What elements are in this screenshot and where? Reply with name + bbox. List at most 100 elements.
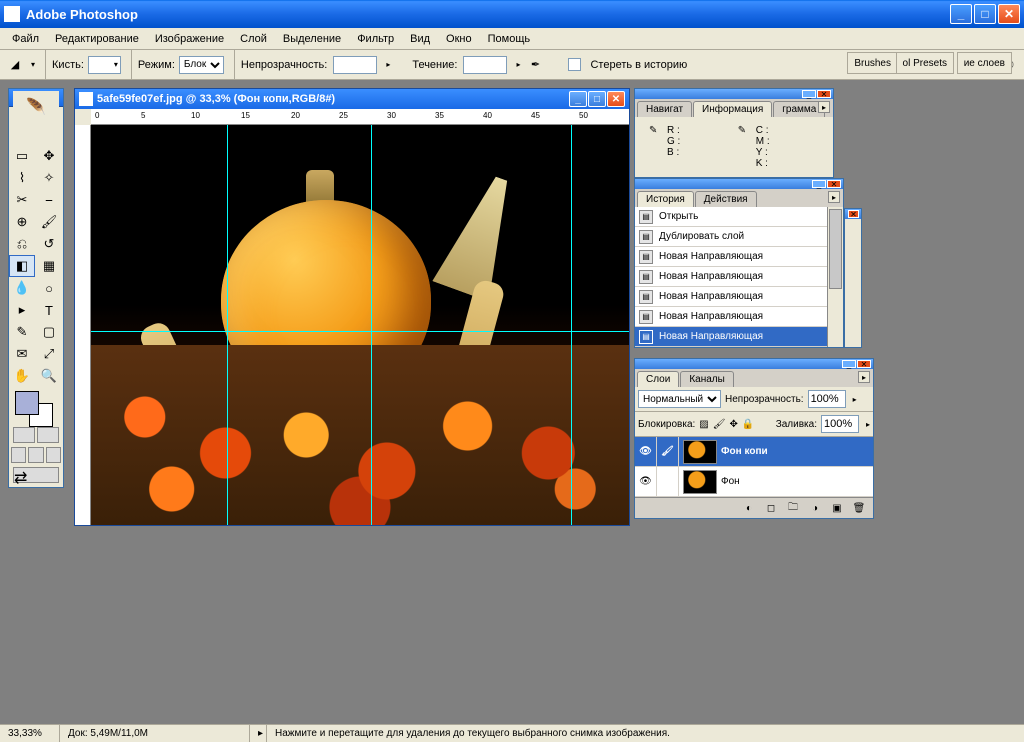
layer-row[interactable]: 👁🖌 Фон копи [635, 437, 873, 467]
eraser-tool[interactable]: ◧ [9, 255, 35, 277]
layer-thumbnail[interactable] [683, 440, 717, 464]
clone-stamp-tool[interactable]: ⎌ [9, 233, 35, 255]
opacity-flyout[interactable]: ▸ [383, 60, 390, 69]
tab-info[interactable]: Информация [693, 101, 772, 117]
layer-link-icon[interactable]: 🖌 [657, 437, 679, 466]
lock-all-icon[interactable]: 🔒 [742, 419, 754, 430]
menu-view[interactable]: Вид [402, 31, 438, 47]
blur-tool[interactable]: 💧 [9, 277, 35, 299]
panel-close-icon[interactable]: ✕ [827, 180, 841, 188]
layer-name[interactable]: Фон копи [721, 446, 768, 457]
history-item[interactable]: ▤Дублировать слой [635, 227, 827, 247]
panel-close-icon[interactable]: ✕ [857, 360, 871, 368]
minimize-button[interactable]: _ [950, 4, 972, 24]
healing-brush-tool[interactable]: ⊕ [9, 211, 35, 233]
layers-panel-header[interactable]: _ ✕ [635, 359, 873, 369]
panel-minimize-icon[interactable]: _ [812, 180, 826, 188]
history-item[interactable]: ▤Новая Направляющая [635, 307, 827, 327]
eraser-tool-preset-icon[interactable]: ◢ [6, 56, 24, 74]
standard-mode-button[interactable] [13, 427, 35, 443]
layer-row[interactable]: 👁Фон [635, 467, 873, 497]
history-item[interactable]: ▤Новая Направляющая [635, 247, 827, 267]
slice-tool[interactable]: ⎯ [36, 189, 62, 211]
menu-window[interactable]: Окно [438, 31, 480, 47]
color-swatches[interactable] [9, 387, 63, 427]
path-select-tool[interactable]: ▸ [9, 299, 35, 321]
move-tool[interactable]: ✥ [36, 145, 62, 167]
ruler-vertical[interactable] [75, 125, 91, 525]
history-panel-header[interactable]: _ ✕ [635, 179, 843, 189]
crop-tool[interactable]: ✂ [9, 189, 35, 211]
menu-layer[interactable]: Слой [232, 31, 275, 47]
palette-well-brushes[interactable]: Brushes [847, 52, 898, 74]
layer-opacity-input[interactable] [808, 390, 846, 408]
menu-file[interactable]: Файл [4, 31, 47, 47]
status-zoom[interactable]: 33,33% [0, 725, 60, 742]
info-panel-header[interactable]: _ ✕ [635, 89, 833, 99]
close-button[interactable]: ✕ [998, 4, 1020, 24]
palette-well-presets[interactable]: ol Presets [896, 52, 954, 74]
blend-mode-select[interactable]: Нормальный [638, 390, 721, 408]
canvas[interactable] [91, 125, 629, 525]
delete-layer-button[interactable]: 🗑 [851, 501, 867, 515]
panel-menu-button[interactable]: ▸ [818, 101, 830, 113]
layer-visibility-icon[interactable]: 👁 [635, 437, 657, 466]
doc-minimize-button[interactable]: _ [569, 91, 587, 107]
menu-image[interactable]: Изображение [147, 31, 232, 47]
lock-pixels-icon[interactable]: 🖌 [713, 419, 726, 430]
screen-mode-1[interactable] [11, 447, 26, 463]
opacity-input[interactable] [333, 56, 377, 74]
tab-channels[interactable]: Каналы [680, 371, 734, 387]
menu-edit[interactable]: Редактирование [47, 31, 147, 47]
zoom-tool[interactable]: 🔍 [36, 365, 62, 387]
layer-set-button[interactable]: 🗀 [785, 501, 801, 515]
gradient-tool[interactable]: ▦ [36, 255, 62, 277]
history-scrollbar[interactable] [827, 207, 843, 347]
menu-help[interactable]: Помощь [480, 31, 539, 47]
brush-picker[interactable]: ▾ [88, 56, 121, 74]
lock-transparent-icon[interactable]: ▨ [699, 419, 708, 430]
hand-tool[interactable]: ✋ [9, 365, 35, 387]
layer-name[interactable]: Фон [721, 476, 740, 487]
notes-tool[interactable]: ✉ [9, 343, 35, 365]
eyedropper-tool[interactable]: ⤢ [36, 343, 62, 365]
collapsed-panel[interactable]: ✕ [844, 208, 862, 348]
history-item[interactable]: ▤Новая Направляющая [635, 287, 827, 307]
panel-close-icon[interactable]: ✕ [817, 90, 831, 98]
lasso-tool[interactable]: ⌇ [9, 167, 35, 189]
guide-horizontal[interactable] [91, 331, 629, 332]
pen-tool[interactable]: ✎ [9, 321, 35, 343]
doc-close-button[interactable]: ✕ [607, 91, 625, 107]
document-titlebar[interactable]: 5afe59fe07ef.jpg @ 33,3% (Фон копи,RGB/8… [75, 89, 629, 109]
marquee-tool[interactable]: ▭ [9, 145, 35, 167]
new-layer-button[interactable]: ▣ [829, 501, 845, 515]
maximize-button[interactable]: □ [974, 4, 996, 24]
tab-actions[interactable]: Действия [695, 191, 757, 207]
quickmask-mode-button[interactable] [37, 427, 59, 443]
brush-tool[interactable]: 🖌 [36, 211, 62, 233]
panel-close-icon[interactable]: ✕ [848, 210, 859, 218]
opacity-slider-flyout[interactable]: ▸ [850, 395, 857, 404]
flow-input[interactable] [463, 56, 507, 74]
menu-filter[interactable]: Фильтр [349, 31, 402, 47]
erase-history-checkbox[interactable] [568, 58, 581, 71]
layer-style-button[interactable]: ◐ [741, 501, 757, 515]
history-brush-tool[interactable]: ↺ [36, 233, 62, 255]
shape-tool[interactable]: ▢ [36, 321, 62, 343]
tab-navigator[interactable]: Навигат [637, 101, 692, 117]
status-doc-size[interactable]: Док: 5,49М/11,0М [60, 725, 250, 742]
panel-menu-button[interactable]: ▸ [828, 191, 840, 203]
mode-select[interactable]: Блок [179, 56, 224, 74]
screen-mode-2[interactable] [28, 447, 43, 463]
airbrush-icon[interactable]: ✒ [526, 56, 544, 74]
dodge-tool[interactable]: ○ [36, 277, 62, 299]
ruler-horizontal[interactable]: 0 5 10 15 20 25 30 35 40 45 50 [91, 109, 629, 125]
history-item[interactable]: ▤Открыть [635, 207, 827, 227]
doc-maximize-button[interactable]: □ [588, 91, 606, 107]
history-item[interactable]: ▤Новая Направляющая [635, 267, 827, 287]
layer-thumbnail[interactable] [683, 470, 717, 494]
panel-menu-button[interactable]: ▸ [858, 371, 870, 383]
screen-mode-3[interactable] [46, 447, 61, 463]
foreground-color-swatch[interactable] [15, 391, 39, 415]
tab-history[interactable]: История [637, 191, 694, 207]
